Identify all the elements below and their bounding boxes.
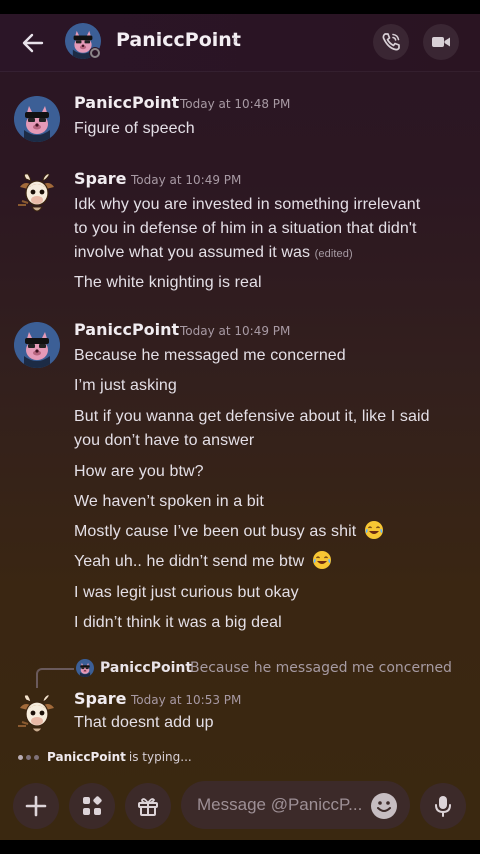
message-author[interactable]: PaniccPoint (74, 93, 179, 112)
message-text: That doesnt add up (74, 714, 214, 731)
message-timestamp: Today at 10:48 PM (180, 97, 291, 111)
voice-call-button[interactable] (373, 24, 409, 60)
message-author[interactable]: Spare (74, 169, 127, 188)
emoji-icon (377, 801, 391, 812)
message-text: I was legit just curious but okay (74, 584, 299, 601)
reply-connector (36, 668, 74, 688)
voice-message-button[interactable] (420, 783, 466, 829)
video-call-button[interactable] (423, 24, 459, 60)
system-nav-bar (0, 840, 480, 854)
contact-name[interactable]: PaniccPoint (116, 29, 241, 51)
laughing-tears-emoji-icon (312, 551, 331, 569)
author-avatar[interactable] (14, 692, 60, 738)
message-text: Idk why you are invested in something ir… (74, 196, 421, 213)
message-text-with-emoji: Yeah uh.. he didn’t send me btw (74, 550, 468, 574)
author-avatar[interactable] (14, 171, 60, 217)
typing-indicator: PaniccPoint is typing... (18, 750, 192, 764)
microphone-icon (435, 796, 451, 817)
apps-icon (83, 796, 102, 815)
typing-dots-icon (18, 754, 39, 760)
message-text: you don’t have to answer (74, 432, 255, 449)
emoji-picker-button[interactable] (371, 793, 397, 819)
back-button[interactable] (18, 28, 48, 58)
message-text: involve what you assumed it was (74, 244, 311, 261)
status-bar (0, 0, 480, 14)
reply-author-avatar (76, 659, 94, 677)
message-text: The white knighting is real (74, 274, 262, 291)
laughing-tears-emoji-icon (364, 521, 383, 539)
message-text-edited: involve what you assumed it was (edited) (74, 241, 468, 266)
header-avatar[interactable] (64, 22, 104, 62)
video-camera-icon (432, 37, 450, 47)
message-text: I didn’t think it was a big deal (74, 614, 282, 631)
phone-call-icon (382, 33, 400, 51)
message-text: Because he messaged me concerned (74, 347, 346, 364)
goat-cartoon-avatar (14, 171, 60, 217)
chevron-right-icon[interactable]: › (232, 30, 239, 50)
message-text: But if you wanna get defensive about it,… (74, 408, 430, 425)
chat-header: PaniccPoint › (0, 14, 480, 72)
message-text: How are you btw? (74, 463, 204, 480)
typing-text: is typing... (128, 750, 192, 764)
gift-icon (138, 798, 158, 816)
message-text: We haven’t spoken in a bit (74, 493, 264, 510)
message-composer (0, 768, 480, 840)
message-timestamp: Today at 10:49 PM (180, 324, 291, 338)
message-timestamp: Today at 10:49 PM (131, 173, 242, 187)
message-author[interactable]: Spare (74, 689, 127, 708)
author-avatar[interactable] (14, 96, 60, 142)
message-text: Mostly cause I’ve been out busy as shit (74, 523, 357, 540)
message-timestamp: Today at 10:53 PM (131, 693, 242, 707)
message-text: to you in defense of him in a situation … (74, 220, 417, 237)
edited-label: (edited) (314, 248, 353, 260)
gift-button[interactable] (125, 783, 171, 829)
message-author[interactable]: PaniccPoint (74, 320, 179, 339)
add-attachment-button[interactable] (13, 783, 59, 829)
reply-author[interactable]: PaniccPoint (100, 660, 192, 676)
goat-cartoon-avatar (14, 692, 60, 738)
pink-panther-avatar (65, 23, 101, 59)
pink-panther-avatar (14, 96, 60, 142)
message-text-with-emoji: Mostly cause I’ve been out busy as shit (74, 520, 468, 544)
message-text: Figure of speech (74, 120, 195, 137)
reply-preview-text[interactable]: Because he messaged me concerned (190, 660, 452, 676)
pink-panther-avatar (76, 659, 94, 677)
plus-icon (25, 795, 47, 817)
message-text: Yeah uh.. he didn’t send me btw (74, 553, 305, 570)
pink-panther-avatar (14, 322, 60, 368)
author-avatar[interactable] (14, 322, 60, 368)
back-arrow-icon (22, 33, 44, 53)
typing-user: PaniccPoint (47, 750, 126, 764)
dm-chat-screen: PaniccPoint › PaniccPoint Today at 10:48… (0, 14, 480, 840)
apps-button[interactable] (69, 783, 115, 829)
message-text: I’m just asking (74, 377, 177, 394)
